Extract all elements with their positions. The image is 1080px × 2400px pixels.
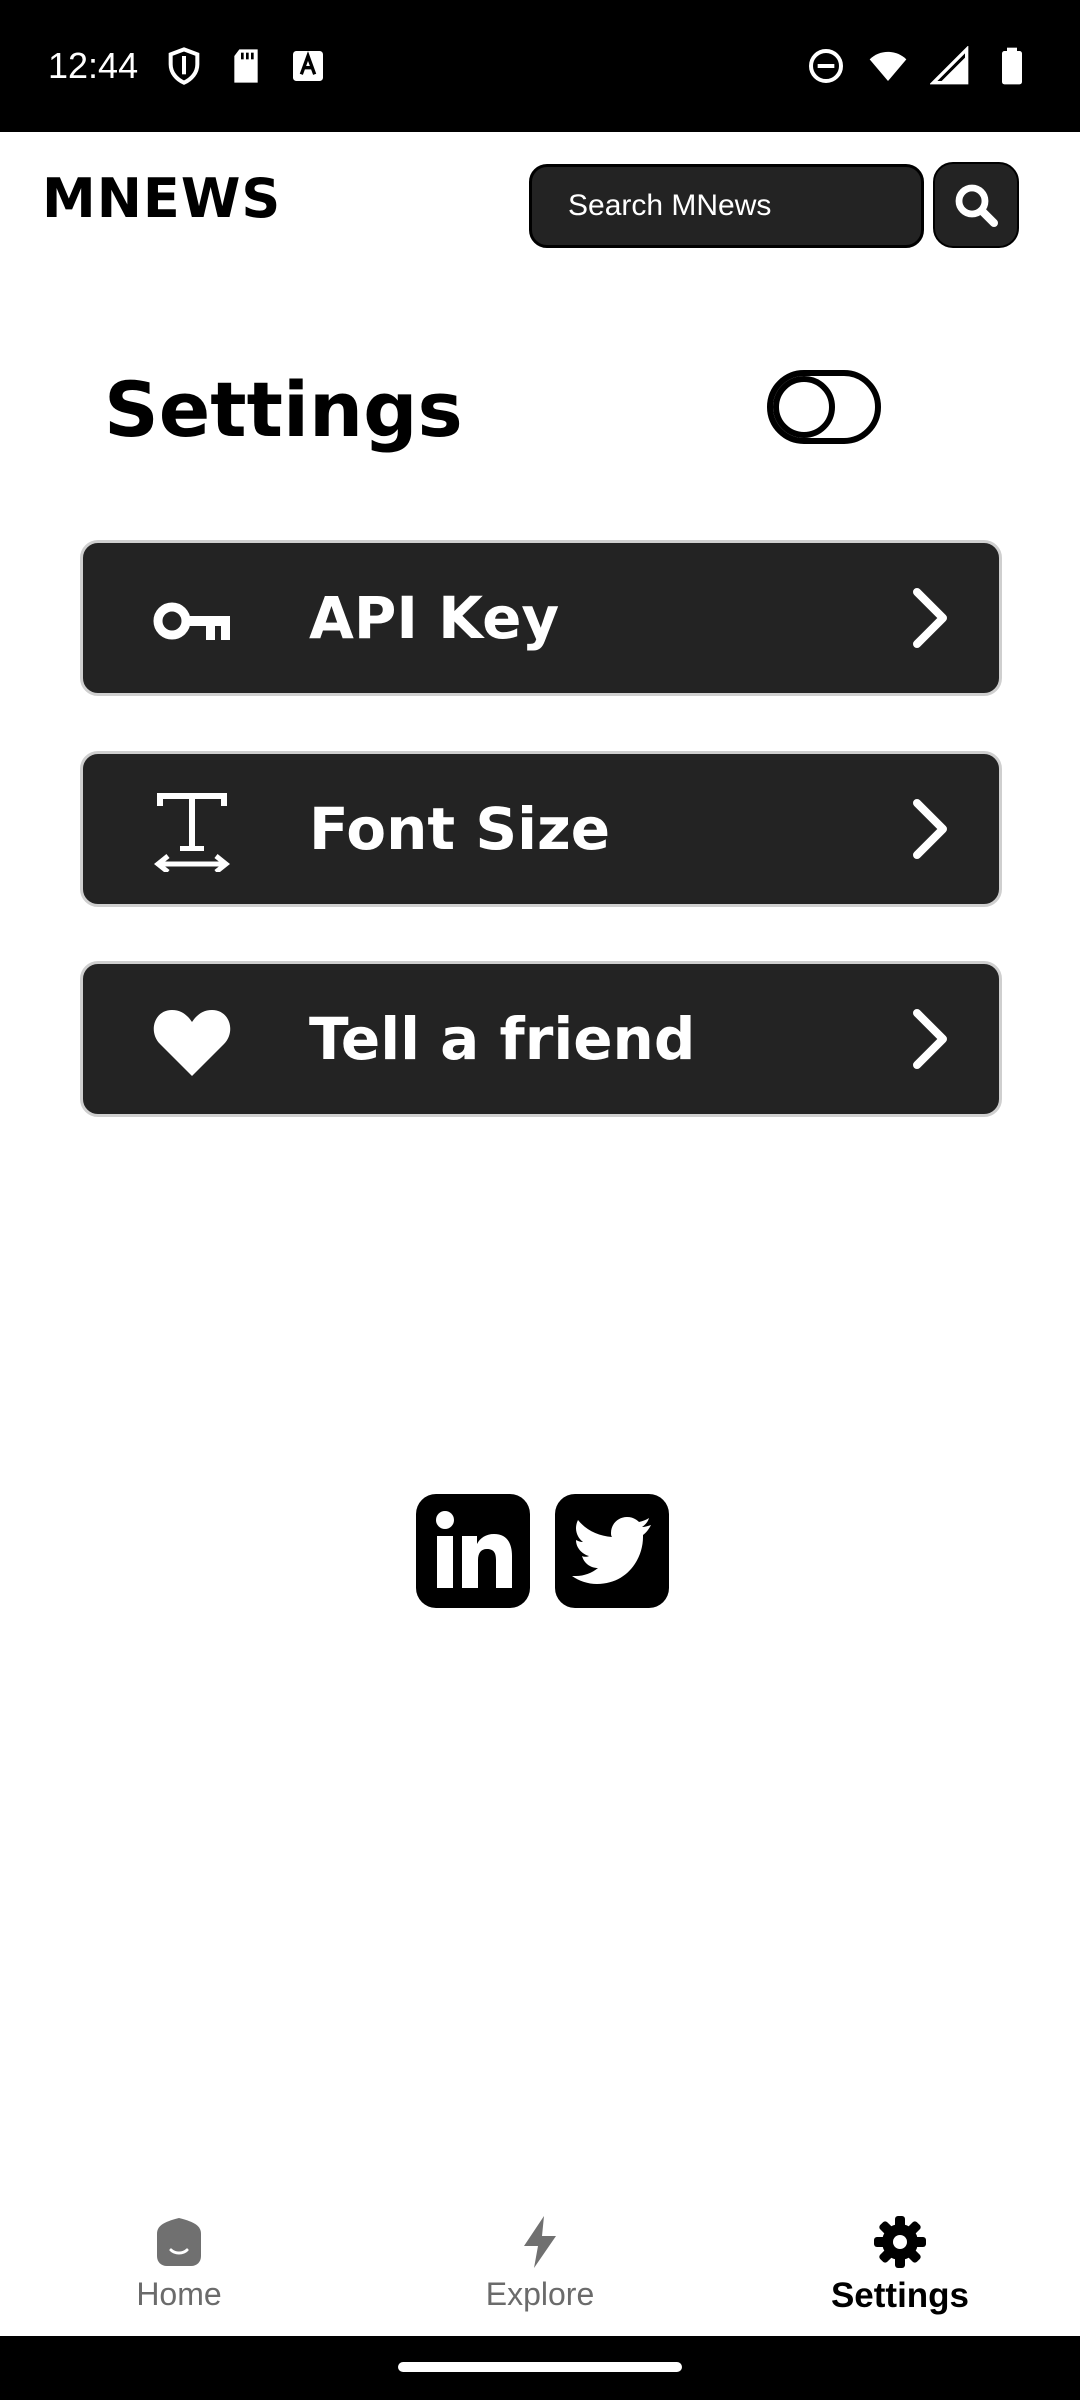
linkedin-icon	[436, 1511, 512, 1588]
wifi-icon	[869, 51, 907, 81]
bottom-nav: Home Explore Settings	[0, 2196, 1080, 2336]
app-logo: MNEWS	[42, 167, 282, 230]
do-not-disturb-icon	[809, 49, 843, 83]
menu-label: Tell a friend	[309, 1005, 696, 1073]
api-key-button[interactable]: API Key	[80, 540, 1002, 696]
menu-icon-wrap	[149, 1002, 235, 1082]
shield-icon	[168, 47, 200, 85]
status-left-icons	[164, 46, 328, 86]
nav-home[interactable]: Home	[59, 2214, 299, 2334]
heart-icon	[153, 1010, 231, 1076]
signal-icon	[930, 46, 969, 85]
nav-label: Explore	[485, 2276, 595, 2312]
chevron-right-icon	[913, 1009, 947, 1069]
theme-toggle[interactable]	[767, 370, 881, 444]
twitter-link[interactable]	[555, 1494, 669, 1608]
linkedin-link[interactable]	[416, 1494, 530, 1608]
status-bar: 12:44	[0, 0, 1080, 132]
chevron-right-icon	[913, 588, 947, 648]
chevron-right-icon	[913, 799, 947, 859]
gesture-handle[interactable]	[398, 2362, 682, 2372]
status-right-icons	[806, 46, 1032, 86]
text-size-icon	[154, 793, 230, 872]
search-button[interactable]	[933, 162, 1019, 248]
menu-label: Font Size	[309, 795, 611, 863]
battery-icon	[1002, 47, 1022, 85]
toggle-knob	[773, 376, 835, 438]
twitter-icon	[572, 1517, 651, 1584]
nav-label: Settings	[830, 2276, 970, 2315]
tell-a-friend-button[interactable]: Tell a friend	[80, 961, 1002, 1117]
key-icon	[153, 602, 230, 640]
a-badge-icon	[293, 51, 323, 81]
search-input[interactable]	[529, 164, 924, 248]
page-title: Settings	[104, 365, 463, 454]
font-size-button[interactable]: Font Size	[80, 751, 1002, 907]
search-icon	[955, 184, 998, 227]
nav-label: Home	[136, 2276, 222, 2312]
nav-explore[interactable]: Explore	[420, 2214, 660, 2334]
home-icon	[157, 2218, 201, 2266]
menu-icon-wrap	[149, 792, 235, 872]
gesture-area	[0, 2336, 1080, 2400]
sd-card-icon	[234, 49, 258, 83]
menu-label: API Key	[309, 584, 560, 652]
status-time: 12:44	[48, 45, 139, 86]
lightning-icon	[524, 2216, 556, 2268]
menu-icon-wrap	[149, 581, 235, 661]
nav-settings[interactable]: Settings	[780, 2214, 1020, 2334]
gear-icon	[874, 2216, 926, 2268]
